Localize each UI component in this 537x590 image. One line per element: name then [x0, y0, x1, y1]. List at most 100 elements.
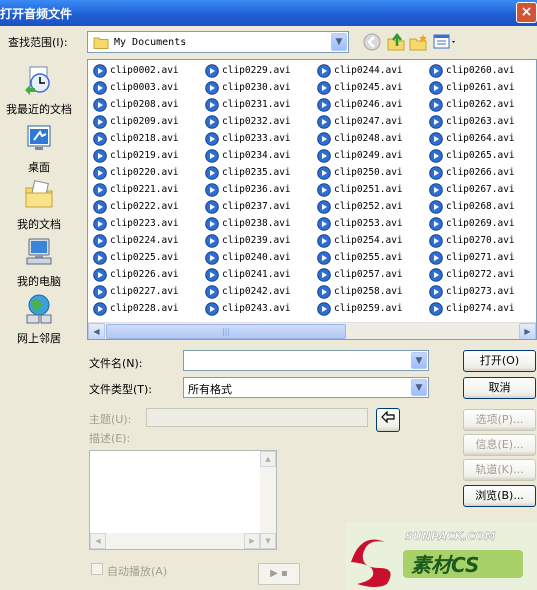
file-item[interactable]: clip0223.avi: [90, 216, 202, 233]
scroll-right-icon[interactable]: ▶: [519, 323, 536, 339]
file-item[interactable]: clip0250.avi: [314, 165, 426, 182]
file-item[interactable]: clip0224.avi: [90, 233, 202, 250]
file-item[interactable]: clip0222.avi: [90, 199, 202, 216]
file-item[interactable]: clip0263.avi: [426, 114, 536, 131]
autoplay-label: 自动播放(A): [107, 565, 168, 578]
chevron-down-icon[interactable]: ▼: [411, 352, 427, 369]
file-item[interactable]: clip0225.avi: [90, 250, 202, 267]
place-recent[interactable]: 我最近的文档: [0, 64, 78, 117]
file-item[interactable]: clip0219.avi: [90, 148, 202, 165]
place-label: 桌面: [28, 161, 50, 174]
file-item[interactable]: clip0265.avi: [426, 148, 536, 165]
folder-icon: [93, 37, 109, 49]
place-my-documents[interactable]: 我的文档: [0, 179, 78, 232]
file-item[interactable]: clip0208.avi: [90, 97, 202, 114]
file-item[interactable]: clip0226.avi: [90, 267, 202, 284]
vertical-scrollbar: ▲ ▼: [260, 451, 276, 549]
file-item[interactable]: clip0259.avi: [314, 301, 426, 318]
file-item[interactable]: clip0243.avi: [202, 301, 314, 318]
horizontal-scrollbar[interactable]: ◀ ||| ▶: [88, 322, 536, 339]
file-item[interactable]: clip0002.avi: [90, 63, 202, 80]
file-item[interactable]: clip0267.avi: [426, 182, 536, 199]
file-item[interactable]: clip0273.avi: [426, 284, 536, 301]
options-button[interactable]: 选项(P)...: [463, 409, 536, 431]
file-item[interactable]: clip0244.avi: [314, 63, 426, 80]
file-item[interactable]: clip0233.avi: [202, 131, 314, 148]
tracks-button[interactable]: 轨道(K)...: [463, 459, 536, 481]
file-list[interactable]: clip0002.avi clip0003.avi clip0208.avi c…: [87, 59, 537, 340]
file-item[interactable]: clip0236.avi: [202, 182, 314, 199]
file-item[interactable]: clip0270.avi: [426, 233, 536, 250]
file-item[interactable]: clip0232.avi: [202, 114, 314, 131]
file-item[interactable]: clip0238.avi: [202, 216, 314, 233]
up-folder-icon[interactable]: [386, 32, 406, 52]
autoplay-checkbox[interactable]: [91, 563, 103, 575]
file-item[interactable]: clip0218.avi: [90, 131, 202, 148]
file-item[interactable]: clip0257.avi: [314, 267, 426, 284]
lookin-combo[interactable]: My Documents ▼: [87, 31, 349, 53]
file-item[interactable]: clip0241.avi: [202, 267, 314, 284]
place-my-computer[interactable]: 我的电脑: [0, 236, 78, 289]
new-folder-icon[interactable]: [408, 32, 428, 52]
file-item[interactable]: clip0249.avi: [314, 148, 426, 165]
file-item[interactable]: clip0253.avi: [314, 216, 426, 233]
file-item[interactable]: clip0261.avi: [426, 80, 536, 97]
file-item[interactable]: clip0228.avi: [90, 301, 202, 318]
filetype-combo[interactable]: 所有格式 ▼: [183, 377, 429, 398]
file-item[interactable]: clip0264.avi: [426, 131, 536, 148]
media-file-icon: [205, 302, 219, 316]
file-item[interactable]: clip0266.avi: [426, 165, 536, 182]
view-menu-icon[interactable]: [432, 32, 458, 52]
filename-combo[interactable]: ▼: [183, 350, 429, 371]
file-item[interactable]: clip0268.avi: [426, 199, 536, 216]
file-item[interactable]: clip0229.avi: [202, 63, 314, 80]
file-item[interactable]: clip0235.avi: [202, 165, 314, 182]
scroll-thumb[interactable]: |||: [106, 324, 346, 339]
file-column: clip0002.avi clip0003.avi clip0208.avi c…: [90, 63, 202, 318]
media-file-icon: [317, 183, 331, 197]
file-item[interactable]: clip0221.avi: [90, 182, 202, 199]
file-item[interactable]: clip0269.avi: [426, 216, 536, 233]
file-item[interactable]: clip0255.avi: [314, 250, 426, 267]
file-item[interactable]: clip0227.avi: [90, 284, 202, 301]
file-item[interactable]: clip0258.avi: [314, 284, 426, 301]
file-item[interactable]: clip0237.avi: [202, 199, 314, 216]
file-item[interactable]: clip0247.avi: [314, 114, 426, 131]
file-item[interactable]: clip0240.avi: [202, 250, 314, 267]
close-button[interactable]: ×: [516, 2, 537, 23]
file-item[interactable]: clip0231.avi: [202, 97, 314, 114]
info-button[interactable]: 信息(E)...: [463, 434, 536, 456]
file-item[interactable]: clip0234.avi: [202, 148, 314, 165]
file-item[interactable]: clip0230.avi: [202, 80, 314, 97]
play-button[interactable]: ▶ ▪: [258, 563, 300, 585]
file-item[interactable]: clip0272.avi: [426, 267, 536, 284]
media-file-icon: [93, 149, 107, 163]
scroll-left-icon[interactable]: ◀: [88, 323, 105, 339]
file-item[interactable]: clip0251.avi: [314, 182, 426, 199]
back-arrow-button[interactable]: [376, 408, 400, 432]
file-item[interactable]: clip0252.avi: [314, 199, 426, 216]
file-item[interactable]: clip0260.avi: [426, 63, 536, 80]
file-item[interactable]: clip0245.avi: [314, 80, 426, 97]
file-item[interactable]: clip0239.avi: [202, 233, 314, 250]
file-item[interactable]: clip0242.avi: [202, 284, 314, 301]
chevron-down-icon[interactable]: ▼: [411, 379, 427, 396]
file-item[interactable]: clip0246.avi: [314, 97, 426, 114]
file-item[interactable]: clip0209.avi: [90, 114, 202, 131]
file-item[interactable]: clip0254.avi: [314, 233, 426, 250]
chevron-down-icon[interactable]: ▼: [331, 33, 347, 51]
back-icon[interactable]: [362, 32, 382, 52]
place-network[interactable]: 网上邻居: [0, 293, 78, 346]
file-item[interactable]: clip0274.avi: [426, 301, 536, 318]
file-item[interactable]: clip0220.avi: [90, 165, 202, 182]
file-item[interactable]: clip0003.avi: [90, 80, 202, 97]
browse-button[interactable]: 浏览(B)...: [463, 485, 536, 507]
open-button[interactable]: 打开(O): [463, 350, 536, 372]
file-item[interactable]: clip0248.avi: [314, 131, 426, 148]
file-item[interactable]: clip0262.avi: [426, 97, 536, 114]
place-desktop[interactable]: 桌面: [0, 122, 78, 175]
cancel-button[interactable]: 取消: [463, 377, 536, 399]
media-file-icon: [205, 200, 219, 214]
media-file-icon: [93, 98, 107, 112]
file-item[interactable]: clip0271.avi: [426, 250, 536, 267]
